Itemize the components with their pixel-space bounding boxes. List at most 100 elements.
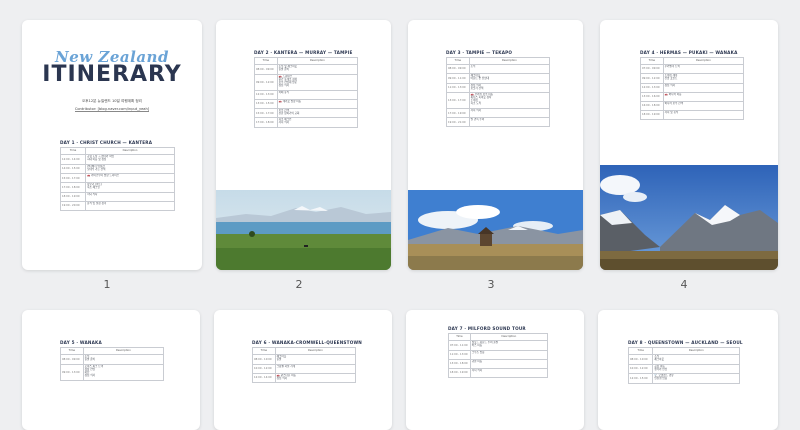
table-row: 07:00 - 11:00 밀포드 사운드 투어 출발 버스 이동 — [448, 340, 549, 351]
time-cell: 12:00 - 13:00 — [640, 82, 664, 93]
description-cell: 체크아웃 출발 — [274, 354, 357, 365]
table-row: 11:00 - 13:00 점심 식사 호숫가 산책 — [446, 82, 551, 94]
page-thumbnail-5[interactable]: DAY 5 · WANAKA Time Description 08:00 - 09… — [22, 310, 200, 430]
time-cell: 15:00 - 17:00 — [254, 107, 278, 119]
table-header-row: Time Description — [446, 57, 551, 65]
day-title: DAY 6 · WANAKA-CROMWELL-QUEENSTOWN — [252, 340, 362, 345]
table-row: 09:00 - 11:00 체크아웃 마운트 존 전망대 — [446, 73, 551, 84]
description-cell: 저녁 및 휴식 — [662, 109, 745, 120]
time-cell: 12:00 - 14:00 — [252, 372, 276, 384]
table-row: 19:00 - 20:00 휴식 및 일정 정리 — [59, 200, 175, 211]
table-row: 15:00 - 17:00 호수 산책 선한 양치기의 교회 — [254, 107, 359, 119]
description-cell: 후커밸리 트랙 — [662, 64, 745, 74]
time-cell: 17:00 - 18:00 — [254, 117, 278, 128]
description-cell: 크롬웰 과일 가게 — [274, 363, 357, 374]
time-cell: 07:00 - 11:00 — [448, 340, 471, 351]
time-cell: 08:00 - 09:00 — [60, 354, 84, 365]
page-thumbnail-1[interactable]: New Zealand ITINERARY 오후12분 뉴질랜드 10일 여행계… — [22, 20, 202, 270]
column-header-time: Time — [448, 333, 471, 341]
description-cell: 점심 식사 호숫가 산책 — [468, 82, 551, 94]
description-cell: 🚗 카이코우라 방향 드라이브 — [85, 173, 175, 184]
day-title: DAY 1 · CHRIST CHURCH — KANTERA — [60, 140, 153, 145]
page-thumbnail-6[interactable]: DAY 6 · WANAKA-CROMWELL-QUEENSTOWN Time D… — [214, 310, 392, 430]
table-row: 08:00 - 09:00 조식 — [446, 64, 551, 74]
column-header-time: Time — [252, 347, 276, 355]
table-row: 07:00 - 09:00 후커밸리 트랙 — [640, 64, 745, 74]
table-row: 17:00 - 18:00 장보기 (마트) 숙소 체크인 — [59, 182, 175, 193]
page-thumbnail-7[interactable]: DAY 7 · MILFORD SOUND TOUR Time Descripti… — [406, 310, 584, 430]
page-thumbnail-4[interactable]: DAY 4 · HERMAS — PUKAKI — WANAKA Time Des… — [600, 20, 778, 270]
time-cell: 09:00 - 12:00 — [254, 73, 278, 91]
lake-mountain-photo — [216, 190, 391, 270]
time-cell: 08:00 - 09:00 — [446, 64, 470, 74]
description-cell: 별 관측 투어 — [468, 117, 551, 128]
description-cell: 🚗 푸카키 호수 이동 피터스 룩아웃 정차 트레킹 숙소 도착 — [468, 92, 551, 110]
page-thumbnail-3[interactable]: DAY 3 · TAMPIE — TEKAPO Time Description 0… — [408, 20, 583, 270]
table-row: 17:00 - 19:00 저녁 식사 — [446, 108, 551, 119]
column-header-description: Description — [85, 147, 175, 155]
column-header-description: Description — [274, 347, 357, 355]
cover-contributor: Contributor: [blog.naver.com/input_yeah] — [74, 107, 150, 112]
table-row: 13:00 - 16:00 🚗 와나카 이동 — [640, 91, 745, 102]
time-cell: 12:00 - 15:00 — [627, 373, 654, 384]
time-cell: 11:00 - 13:00 — [446, 82, 470, 94]
column-header-time: Time — [254, 57, 278, 65]
time-cell: 08:00 - 10:00 — [627, 354, 654, 365]
page-number: 4 — [680, 278, 688, 291]
time-cell: 18:00 - 19:00 — [59, 191, 87, 202]
description-cell: 조식 체크아웃 — [652, 354, 740, 365]
day-title: DAY 8 · QUEENSTOWN — AUCKLAND — SEOUL — [628, 340, 743, 345]
time-cell: 10:00 - 12:00 — [252, 363, 276, 374]
description-cell: 공항 이동 렌터카 반납 — [652, 363, 740, 375]
time-cell: 12:00 - 14:00 — [59, 154, 87, 165]
table-row: 15:00 - 17:00 🚗 카이코우라 방향 드라이브 — [59, 173, 175, 184]
itinerary-table: Time Description 08:00 - 09:00 조식 및 체크아웃 출발… — [254, 57, 359, 128]
table-header-row: Time Description — [254, 57, 359, 65]
cover-title-main: ITINERARY — [42, 62, 182, 87]
time-cell: 14:00 - 15:00 — [59, 163, 87, 175]
table-row: 12:00 - 13:00 카페 휴식 — [254, 89, 359, 100]
time-cell: 13:00 - 16:00 — [640, 91, 664, 102]
description-cell: 장보기 (마트) 숙소 체크인 — [85, 182, 175, 193]
itinerary-table: Time Description 12:00 - 14:00 공항 도착 → 렌터카 … — [59, 147, 175, 211]
description-cell: 🚗 드라이브 중간 휴게소 정차 호수 전망대 방문 점심 식사 — [276, 73, 359, 91]
table-row: 08:00 - 09:00 조식 및 체크아웃 출발 준비 — [254, 64, 359, 75]
table-row: 16:00 - 18:00 와나카 호수 산책 — [640, 100, 745, 111]
itinerary-table: Time Description 08:00 - 10:00 조식 체크아웃 10:00… — [627, 347, 740, 384]
description-cell: 저녁 식사 — [85, 191, 175, 202]
description-cell: 숙소 체크인 저녁 식사 — [276, 117, 359, 128]
table-row: 13:00 - 17:00 🚗 푸카키 호수 이동 피터스 룩아웃 정차 트레킹 … — [446, 92, 551, 110]
itinerary-table: Time Description 08:00 - 09:00 조식 09:00 - 11… — [446, 57, 551, 128]
description-cell: 캔터베리 박물관 보태닉 가든 산책 — [85, 163, 175, 175]
description-cell: 🛫 오클랜드 경유 인천행 탑승 — [652, 373, 740, 384]
description-cell: 공항 도착 → 렌터카 픽업 시내 이동 및 점심 — [85, 154, 175, 165]
table-header-row: Time Description — [640, 57, 745, 65]
column-header-description: Description — [468, 57, 551, 65]
column-header-time: Time — [60, 347, 84, 355]
description-cell: 🚗 퀸스타운 이동 점심 식사 — [274, 372, 357, 384]
time-cell: 09:00 - 11:00 — [446, 73, 470, 84]
time-cell: 17:00 - 19:00 — [446, 108, 470, 119]
description-cell: 호수 산책 선한 양치기의 교회 — [276, 107, 359, 119]
time-cell: 07:00 - 09:00 — [640, 64, 664, 74]
table-row: 13:00 - 18:00 귀환 이동 — [448, 358, 549, 369]
description-cell: 🚗 와나카 이동 — [662, 91, 745, 102]
description-cell: 귀환 이동 — [469, 358, 549, 369]
time-cell: 09:00 - 13:00 — [60, 363, 84, 381]
day-title: DAY 7 · MILFORD SOUND TOUR — [448, 326, 526, 331]
time-cell: 08:00 - 09:00 — [254, 64, 278, 75]
time-cell: 13:00 - 18:00 — [448, 358, 471, 369]
table-row: 10:00 - 12:00 공항 이동 렌터카 반납 — [627, 363, 740, 375]
church-mountain-photo — [408, 190, 583, 270]
description-cell: 저녁 식사 — [469, 367, 549, 378]
page-thumbnail-8[interactable]: DAY 8 · QUEENSTOWN — AUCKLAND — SEOUL Ti… — [598, 310, 778, 430]
description-cell: 와나카 호수 산책 — [662, 100, 745, 111]
day-title: DAY 2 · KANTERA — MURRAY — TAMPIE — [254, 50, 353, 55]
column-header-time: Time — [59, 147, 87, 155]
table-row: 12:00 - 14:00 공항 도착 → 렌터카 픽업 시내 이동 및 점심 — [59, 154, 175, 165]
table-row: 09:00 - 12:00 🚗 드라이브 중간 휴게소 정차 호수 전망대 방문 … — [254, 73, 359, 91]
column-header-description: Description — [652, 347, 740, 355]
page-thumbnail-2[interactable]: DAY 2 · KANTERA — MURRAY — TAMPIE Time De… — [216, 20, 391, 270]
time-cell: 19:00 - 21:00 — [446, 117, 470, 128]
day-title: DAY 5 · WANAKA — [60, 340, 102, 345]
